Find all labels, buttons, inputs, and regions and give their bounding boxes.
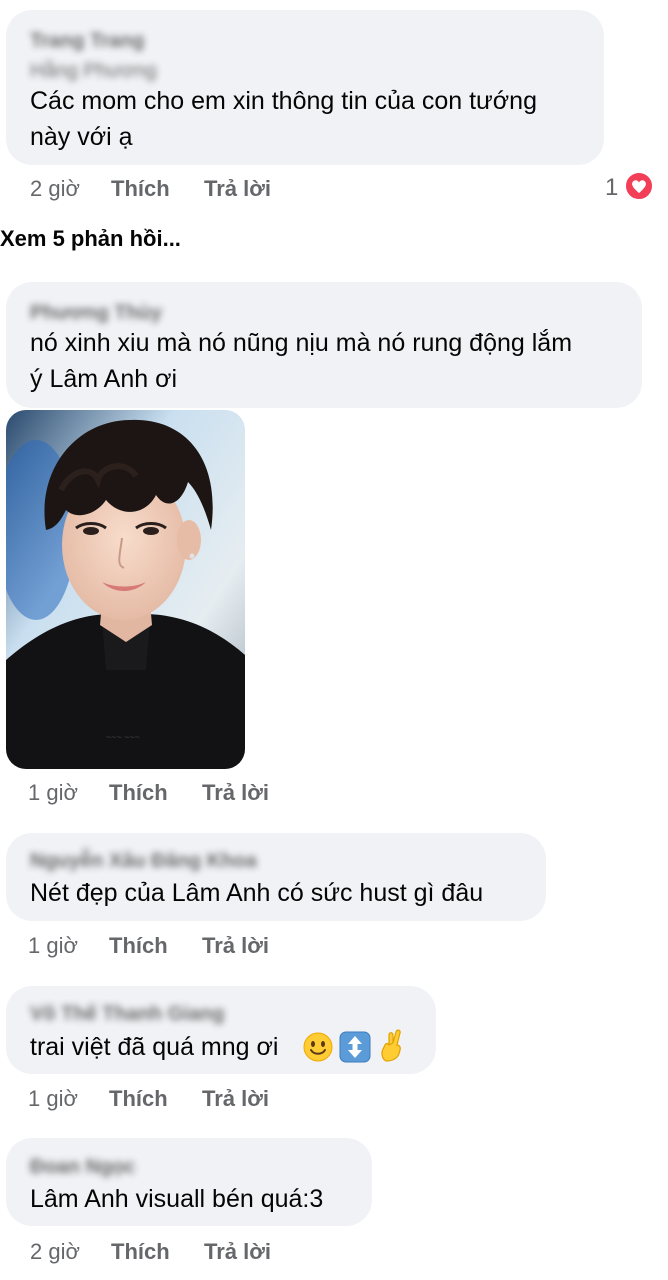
comment-time: 1 giờ [28,933,78,958]
like-button[interactable]: Thích [109,780,168,806]
comment-text-line: ý Lâm Anh ơi [30,365,178,393]
smiling-face-icon [302,1031,334,1068]
reply-button[interactable]: Trả lời [202,780,269,806]
comment-photo[interactable]: ~~~ ~~~ [6,410,245,769]
reply-button[interactable]: Trả lời [204,1239,271,1265]
like-button[interactable]: Thích [109,1086,168,1112]
comment-text-line: Các mom cho em xin thông tin của con tướ… [30,87,537,115]
comment-author[interactable]: Nguyễn Xâu Đăng Khoa [30,850,257,873]
reply-button[interactable]: Trả lời [202,933,269,959]
comment-author[interactable]: Trang Trang [30,30,144,53]
comment-time: 1 giờ [28,780,78,805]
comment-time: 2 giờ [30,176,80,201]
reply-button[interactable]: Trả lời [204,176,271,202]
comment-text-line: này với ạ [30,123,133,151]
comment-time: 1 giờ [28,1086,78,1111]
reaction-count[interactable]: 1 [605,174,618,202]
like-button[interactable]: Thích [111,1239,170,1265]
view-replies-link[interactable]: Xem 5 phản hồi... [0,226,181,252]
crossed-fingers-icon [376,1029,408,1068]
comment-author[interactable]: Võ Thế Thanh Giang [30,1003,224,1026]
comment-author[interactable]: Đoan Ngọc [30,1156,136,1179]
comment-text-line: nó xinh xiu mà nó nũng nịu mà nó rung độ… [30,329,573,357]
comment-text-line: Nét đẹp của Lâm Anh có sức hust gì đâu [30,879,484,907]
like-button[interactable]: Thích [109,933,168,959]
up-down-arrow-icon [339,1031,371,1068]
svg-text:~~~ ~~~: ~~~ ~~~ [106,732,140,742]
comment-text-line: Lâm Anh visuall bén quá:3 [30,1185,324,1213]
comment-time: 2 giờ [30,1239,80,1264]
comment-text-line: trai việt đã quá mng ơi [30,1033,279,1061]
comment-author[interactable]: Phương Thùy [30,302,162,325]
reply-button[interactable]: Trả lời [202,1086,269,1112]
like-button[interactable]: Thích [111,176,170,202]
heart-icon[interactable] [624,171,654,201]
comment-author-secondary: Hằng Phương [30,60,157,82]
